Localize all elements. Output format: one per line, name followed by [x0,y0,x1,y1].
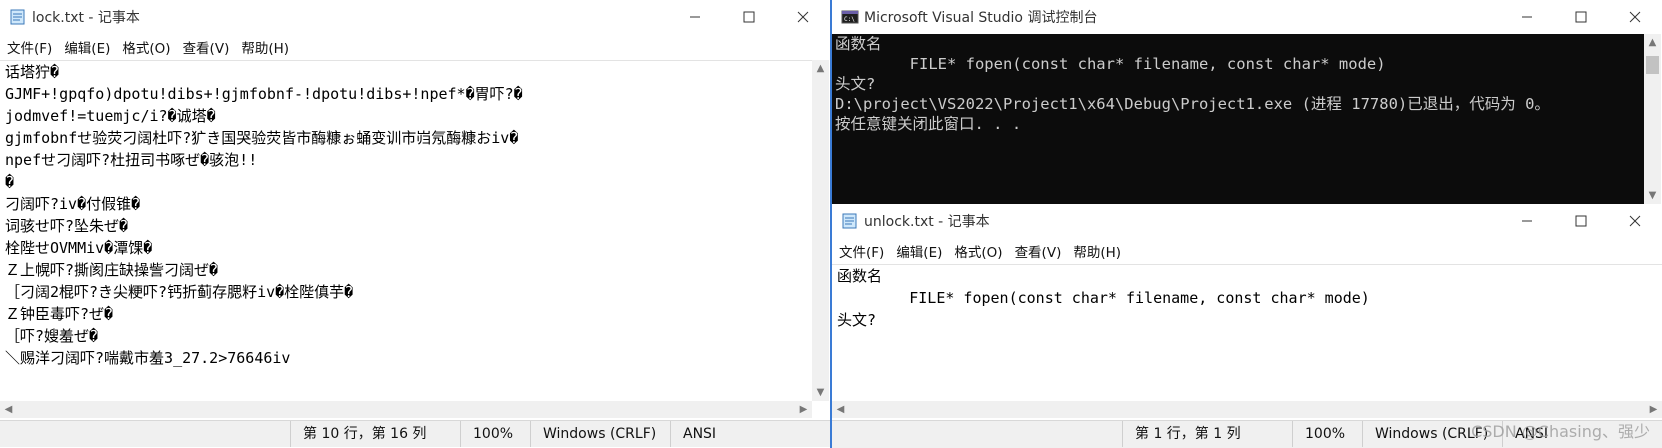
minimize-icon [1522,220,1532,222]
console-output[interactable]: 函数名 FILE* fopen(const char* filename, co… [832,34,1644,204]
status-bar: 第 10 行，第 16 列 100% Windows (CRLF) ANSI [0,420,830,447]
minimize-icon [1522,16,1532,18]
close-button[interactable] [1608,0,1662,34]
maximize-button[interactable] [1554,204,1608,238]
menu-bar: 文件(F) 编辑(E) 格式(O) 查看(V) 帮助(H) [832,238,1662,264]
status-encoding: ANSI [670,421,812,447]
text-line: ＼赐洋刁阔吓?喘戴市羞3_27.2>76646iv [5,349,291,367]
svg-text:C:\: C:\ [844,16,855,23]
text-editor[interactable]: 话塔狞� GJMF+!gpqfo)dpotu!dibs+!gjmfobnf-!d… [0,60,812,401]
close-icon [1629,11,1641,23]
notepad-icon [10,9,25,25]
window-title: unlock.txt - 记事本 [864,214,990,230]
caption-buttons [668,0,830,34]
minimize-button[interactable] [1500,0,1554,34]
window-title: Microsoft Visual Studio 调试控制台 [864,10,1098,26]
console-line: FILE* fopen(const char* filename, const … [835,55,1386,73]
menu-view[interactable]: 查看(V) [177,37,236,57]
text-line: FILE* fopen(const char* filename, const … [837,289,1370,307]
scroll-right-icon[interactable]: ▶ [795,401,812,418]
horizontal-scrollbar[interactable]: ◀ ▶ [832,401,1662,418]
menu-edit[interactable]: 编辑(E) [58,37,116,57]
text-line: jodmvef!=tuemjc/i?�诚塔� [5,107,216,125]
status-cursor-position: 第 1 行，第 1 列 [1122,421,1292,447]
notepad-icon [842,213,857,229]
lock-notepad-window: lock.txt - 记事本 文件(F) 编辑(E) 格式(O) 查看(V) 帮… [0,0,830,448]
menu-file[interactable]: 文件(F) [0,37,58,57]
text-line: ［刁阔2棍吓?き尖粳吓?钙折蓟存腮籽iv�栓陛傎芋� [5,283,354,301]
scroll-up-icon[interactable]: ▲ [812,60,829,77]
text-line: npefせ刁阔吓?杜扭司书啄ぜ�骇泡!! [5,151,258,169]
menu-view[interactable]: 查看(V) [1009,241,1068,261]
close-icon [797,11,809,23]
minimize-button[interactable] [1500,204,1554,238]
menu-file[interactable]: 文件(F) [832,241,890,261]
close-button[interactable] [1608,204,1662,238]
text-line: gjmfobnfせ验荧刁阔杜吓?犷き国哭验荧皆市酶糠ぉ蛹变训市岿氖酶糠おiv� [5,129,519,147]
text-line: 刁阔吓?iv�付假锥� [5,195,141,213]
text-line: 话塔狞� [5,63,60,81]
menu-help[interactable]: 帮助(H) [1067,241,1127,261]
console-scrollbar[interactable]: ▲ ▼ [1644,34,1661,204]
window-title: lock.txt - 记事本 [32,10,140,26]
maximize-icon [1575,11,1587,23]
minimize-button[interactable] [668,0,722,34]
text-line: GJMF+!gpqfo)dpotu!dibs+!gjmfobnf-!dpotu!… [5,85,523,103]
text-editor[interactable]: 函数名 FILE* fopen(const char* filename, co… [832,264,1662,401]
vertical-scrollbar[interactable]: ▲ ▼ [812,60,829,401]
caption-buttons [1500,204,1662,238]
text-line: 词骇せ吓?坠朱ぜ� [5,217,129,235]
status-zoom: 100% [460,421,530,447]
text-line: Ｚ上幌吓?撕阂庄缺操訾刁阔ぜ� [5,261,219,279]
menu-format[interactable]: 格式(O) [948,241,1008,261]
scroll-down-icon[interactable]: ▼ [1644,187,1661,204]
scroll-left-icon[interactable]: ◀ [832,401,849,418]
horizontal-scrollbar[interactable]: ◀ ▶ [0,401,812,418]
maximize-button[interactable] [1554,0,1608,34]
scroll-right-icon[interactable]: ▶ [1645,401,1662,418]
text-line: 函数名 [837,267,883,285]
minimize-icon [690,16,700,18]
text-line: Ｚ钟臣毒吓?ぜ� [5,305,114,323]
status-zoom: 100% [1292,421,1362,447]
text-line: ［吓?嫂羞ぜ� [5,327,99,345]
console-line: D:\project\VS2022\Project1\x64\Debug\Pro… [835,95,1550,113]
console-line: 按任意键关闭此窗口. . . [835,115,1022,133]
scroll-down-icon[interactable]: ▼ [812,384,829,401]
text-line: 头文? [837,311,877,329]
caption-buttons [1500,0,1662,34]
text-line: 栓陛せOVMMiv�潭馃� [5,239,153,257]
menu-bar: 文件(F) 编辑(E) 格式(O) 查看(V) 帮助(H) [0,34,830,60]
close-icon [1629,215,1641,227]
scroll-left-icon[interactable]: ◀ [0,401,17,418]
menu-format[interactable]: 格式(O) [116,37,176,57]
text-line: � [5,173,15,191]
scroll-thumb[interactable] [1646,56,1659,74]
maximize-icon [743,11,755,23]
console-line: 头文? [835,75,876,93]
status-cursor-position: 第 10 行，第 16 列 [290,421,460,447]
watermark: CSDN @Chasing、强少 [1471,422,1650,441]
maximize-button[interactable] [722,0,776,34]
console-icon: C:\ [841,10,859,24]
maximize-icon [1575,215,1587,227]
status-line-ending: Windows (CRLF) [530,421,670,447]
scroll-up-icon[interactable]: ▲ [1644,34,1661,51]
unlock-notepad-window: unlock.txt - 记事本 文件(F) 编辑(E) 格式(O) 查看(V)… [832,204,1662,448]
console-line: 函数名 [835,35,882,53]
debug-console-window: C:\ Microsoft Visual Studio 调试控制台 函数名 FI… [832,0,1662,204]
close-button[interactable] [776,0,830,34]
menu-help[interactable]: 帮助(H) [235,37,295,57]
menu-edit[interactable]: 编辑(E) [890,241,948,261]
